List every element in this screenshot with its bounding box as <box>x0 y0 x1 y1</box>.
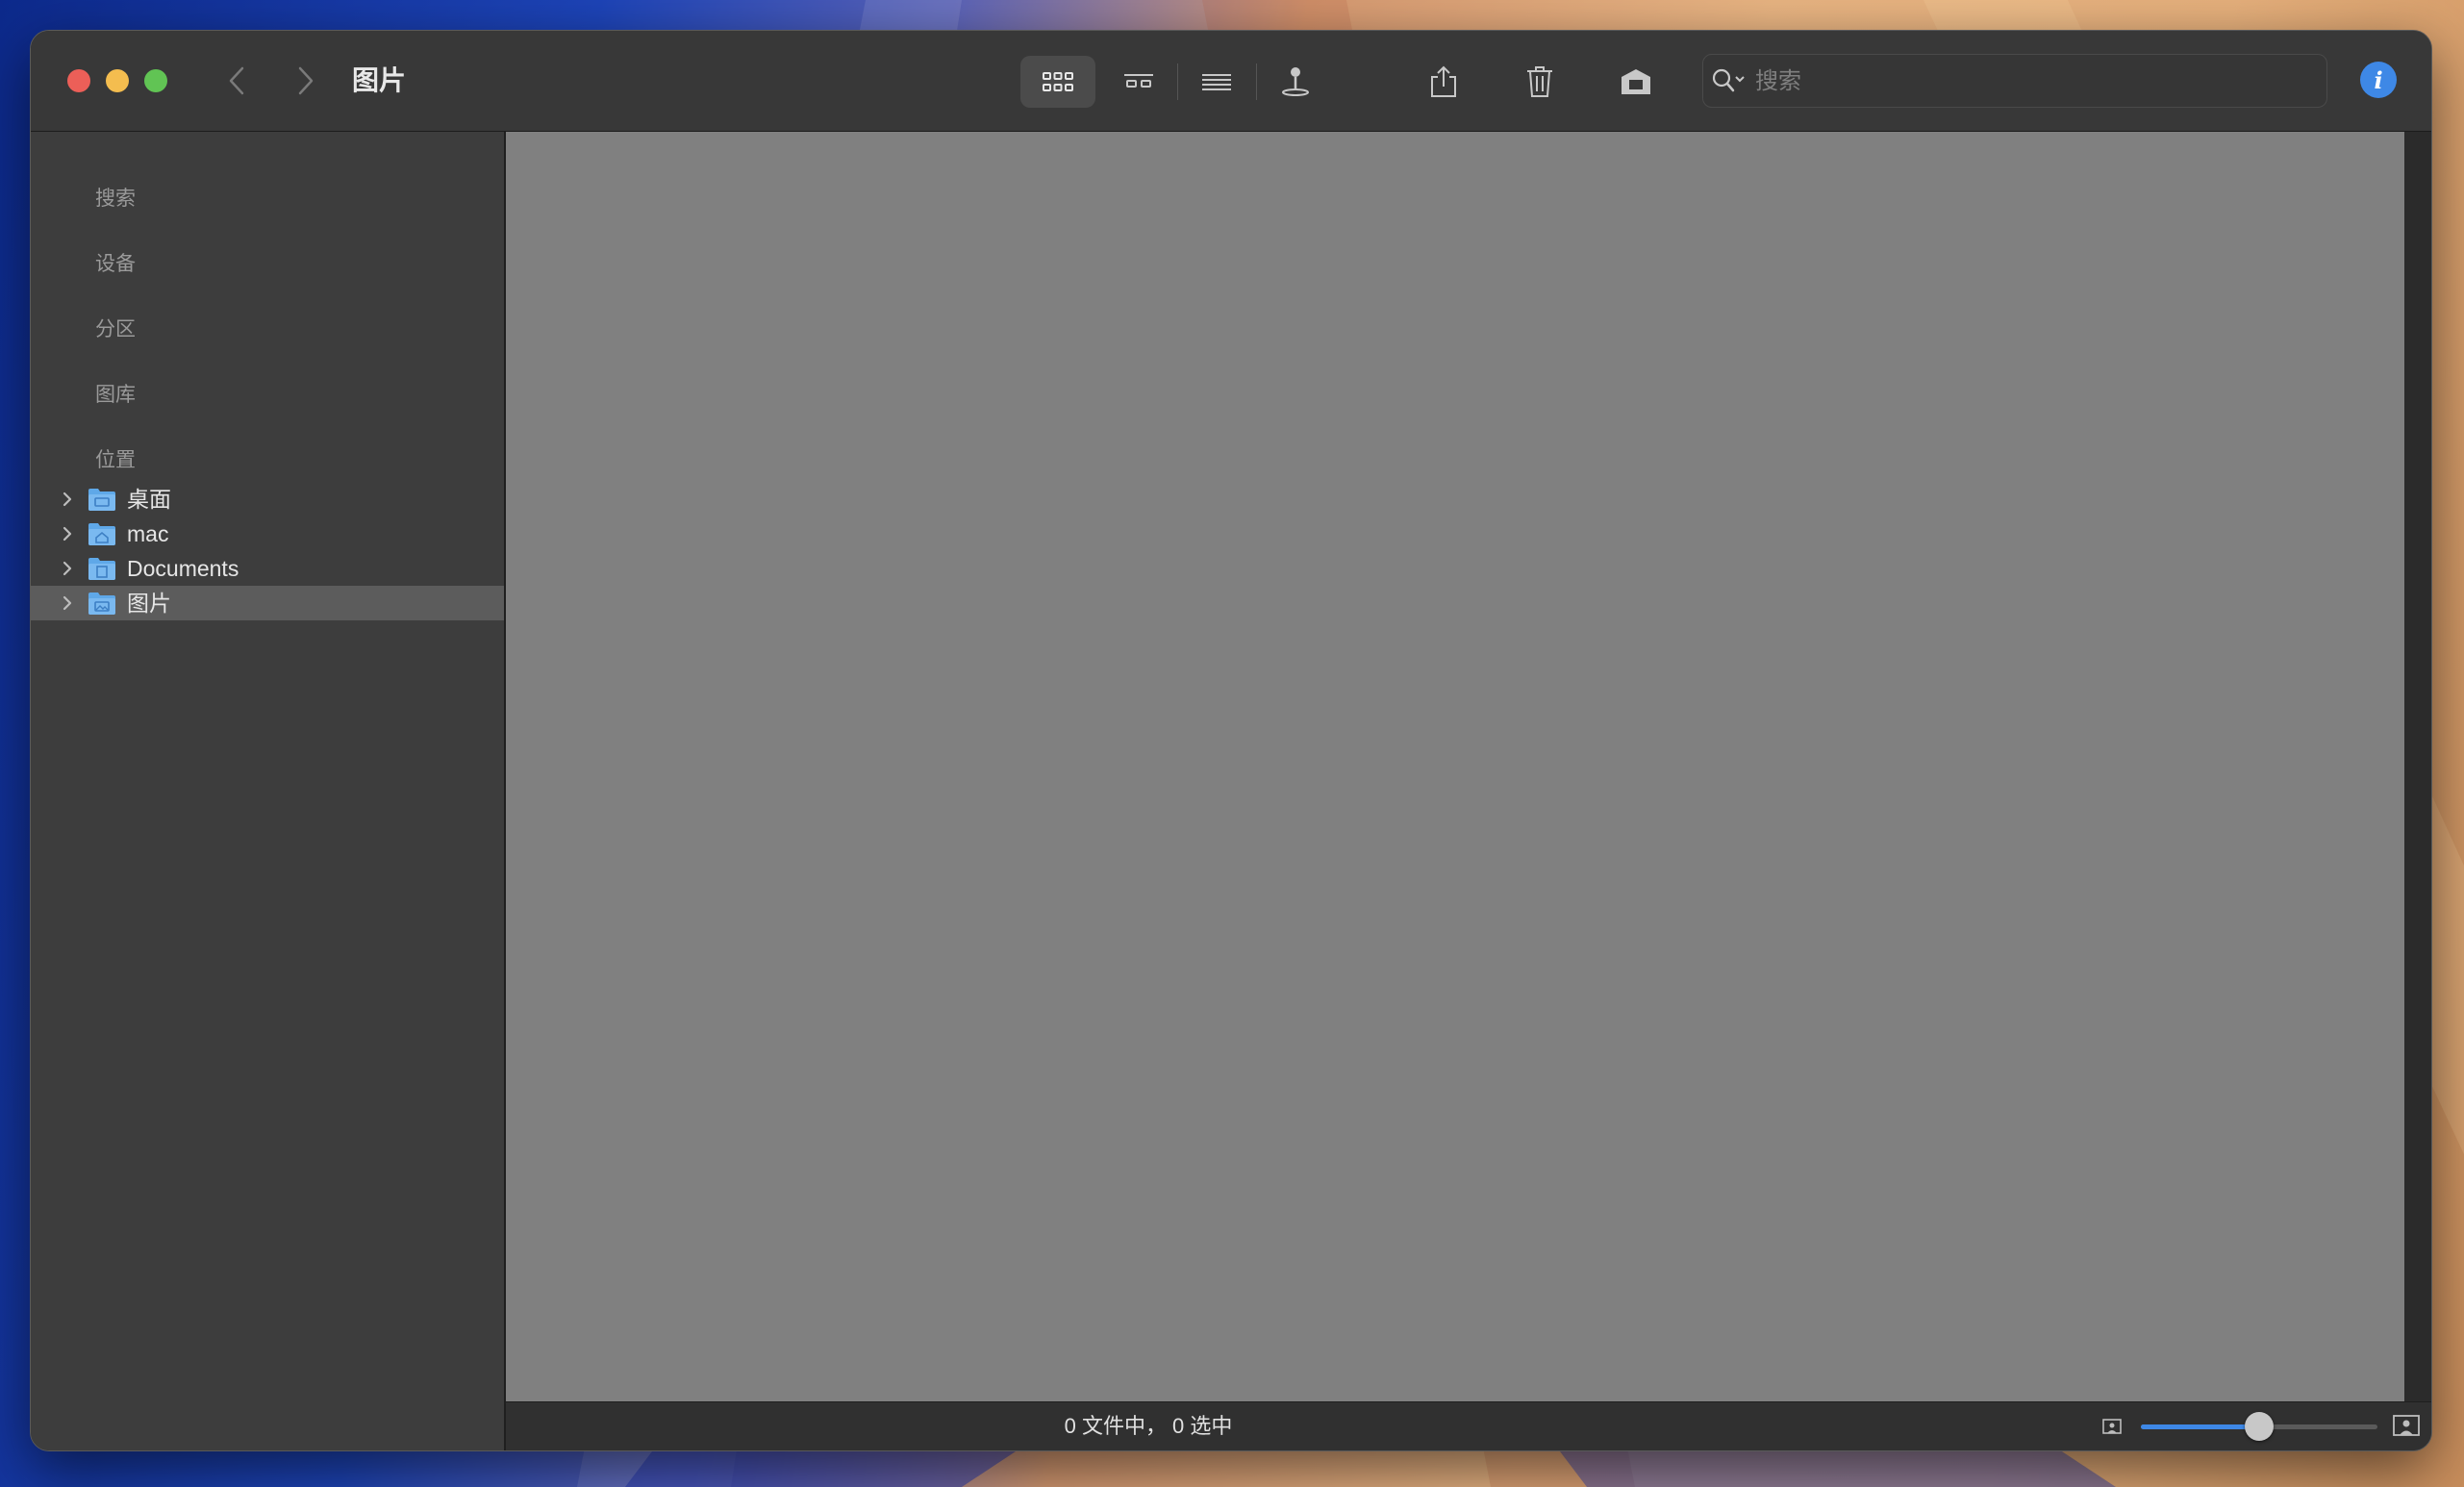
documents-folder-icon <box>88 558 115 580</box>
pictures-folder-icon <box>88 592 115 615</box>
toolbar-divider <box>1256 63 1257 100</box>
trash-button[interactable] <box>1514 56 1566 108</box>
search-input[interactable] <box>1753 63 2315 101</box>
sidebar-section-devices[interactable]: 设备 <box>95 250 136 279</box>
back-button[interactable] <box>219 63 254 98</box>
disclosure-triangle-icon[interactable] <box>58 593 77 613</box>
clear-icon <box>1622 69 1650 94</box>
window-title: 图片 <box>352 65 407 95</box>
sidebar-section-locations[interactable]: 位置 <box>95 446 136 475</box>
home-folder-icon <box>88 523 115 545</box>
status-bar: 0 文件中， 0 选中 <box>506 1401 2431 1450</box>
icon-size-slider[interactable] <box>2141 1412 2377 1441</box>
close-window-button[interactable] <box>67 69 90 92</box>
info-button[interactable]: i <box>2360 62 2397 98</box>
sidebar-item-documents[interactable]: Documents <box>31 551 504 586</box>
list-view-icon <box>1202 74 1231 90</box>
sidebar-item-mac[interactable]: mac <box>31 517 504 551</box>
scrollbar-track[interactable] <box>2404 132 2431 1401</box>
file-browser-area[interactable] <box>506 132 2404 1401</box>
sidebar-section-library[interactable]: 图库 <box>95 381 136 410</box>
slider-fill <box>2141 1424 2259 1429</box>
sidebar-item-label: mac <box>127 521 169 546</box>
trash-icon <box>1527 66 1552 97</box>
forward-button[interactable] <box>289 63 323 98</box>
sidebar-item-pictures[interactable]: 图片 <box>31 586 504 620</box>
minimize-window-button[interactable] <box>106 69 129 92</box>
item-count-status: 0 文件中， 0 选中 <box>1064 1414 1233 1438</box>
icon-view-button[interactable] <box>1020 56 1095 108</box>
sidebar-section-partitions[interactable]: 分区 <box>95 315 136 344</box>
sidebar-item-label: Documents <box>127 556 239 581</box>
chevron-left-icon <box>229 66 244 95</box>
sidebar: 搜索 设备 分区 图库 位置 桌面 mac Documents 图片 <box>31 132 506 1450</box>
gallery-view-icon <box>1124 74 1153 88</box>
search-icon[interactable] <box>1711 66 1749 95</box>
finder-window: 图片 搜索 i 搜索 设备 分区 图库 位置 桌面 mac Documents … <box>30 30 2432 1451</box>
disclosure-triangle-icon[interactable] <box>58 524 77 543</box>
toolbar-divider <box>1177 63 1178 100</box>
sidebar-item-label: 图片 <box>127 591 171 616</box>
info-icon: i <box>2374 65 2383 94</box>
disclosure-triangle-icon[interactable] <box>58 559 77 578</box>
pin-button[interactable] <box>1270 56 1321 108</box>
large-thumbnail-icon <box>2393 1415 2420 1436</box>
toolbar: 图片 搜索 i <box>31 31 2431 132</box>
sidebar-item-label: 桌面 <box>127 487 171 512</box>
sidebar-item-desktop[interactable]: 桌面 <box>31 482 504 517</box>
clear-button[interactable] <box>1610 56 1662 108</box>
grid-view-icon <box>1043 72 1073 91</box>
chevron-right-icon <box>298 66 314 95</box>
desktop-folder-icon <box>88 489 115 511</box>
share-button[interactable] <box>1418 56 1470 108</box>
maximize-window-button[interactable] <box>144 69 167 92</box>
list-view-button[interactable] <box>1191 56 1243 108</box>
disclosure-triangle-icon[interactable] <box>58 490 77 509</box>
slider-knob[interactable] <box>2245 1412 2274 1441</box>
share-icon <box>1431 65 1456 97</box>
sidebar-section-search[interactable]: 搜索 <box>95 185 136 214</box>
gallery-view-button[interactable] <box>1113 56 1165 108</box>
search-field[interactable] <box>1702 54 2327 108</box>
small-thumbnail-icon <box>2102 1419 2122 1434</box>
pin-icon <box>1282 67 1309 96</box>
